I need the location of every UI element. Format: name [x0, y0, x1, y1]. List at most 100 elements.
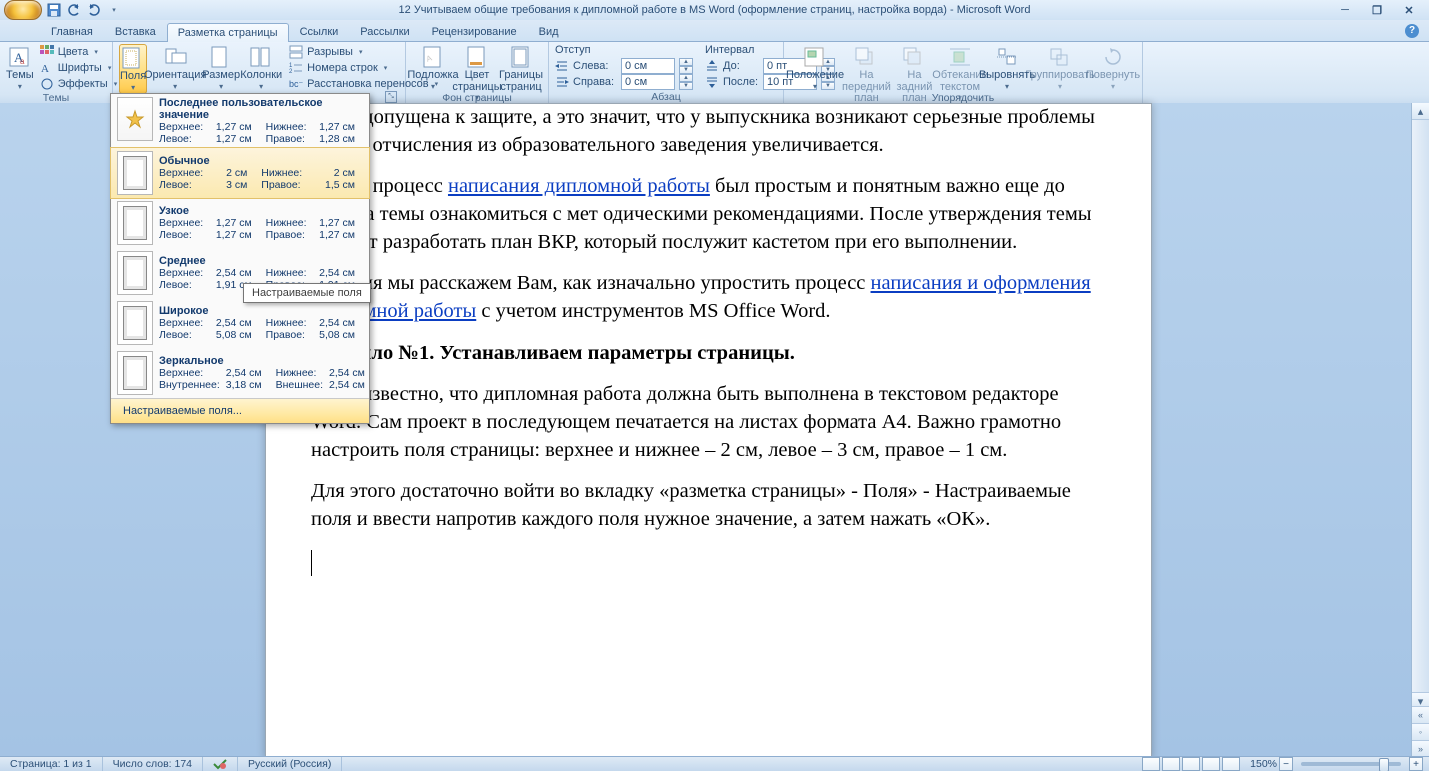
undo-icon[interactable] — [66, 2, 82, 18]
qat-more-icon[interactable]: ▾ — [106, 2, 122, 18]
view-full-screen-icon[interactable] — [1162, 757, 1180, 771]
rotate-icon — [1101, 46, 1125, 68]
columns-icon — [249, 46, 273, 68]
help-icon[interactable]: ? — [1405, 24, 1419, 38]
doc-paragraph: Сегодня мы расскажем Вам, как изначально… — [311, 270, 1106, 325]
margins-option[interactable]: ЗеркальноеВерхнее:2,54 смНижнее:2,54 смВ… — [111, 348, 369, 398]
send-back-button[interactable]: На задний план▾ — [893, 44, 936, 92]
page-color-icon — [465, 46, 489, 68]
indent-right-input[interactable]: 0 см — [621, 74, 675, 90]
margins-option[interactable]: ШирокоеВерхнее:2,54 смНижнее:2,54 смЛево… — [111, 298, 369, 348]
doc-paragraph: Чтобы процесс написания дипломной работы… — [311, 173, 1106, 256]
minimize-button[interactable]: ─ — [1337, 4, 1353, 17]
custom-margins-button[interactable]: Настраиваемые поля... — [111, 398, 369, 423]
tab-references[interactable]: Ссылки — [289, 22, 350, 41]
svg-text:bc⁻: bc⁻ — [289, 79, 303, 89]
tab-view[interactable]: Вид — [528, 22, 570, 41]
proofing-icon — [213, 758, 227, 770]
margins-option[interactable]: ОбычноеВерхнее:2 смНижнее:2 смЛевое:3 см… — [110, 147, 370, 199]
group-page-background: AПодложка▾ Цвет страницы▾ Границы страни… — [406, 42, 549, 104]
group-arrange: Положение▾ На передний план▾ На задний п… — [784, 42, 1143, 104]
close-button[interactable]: ✕ — [1401, 4, 1417, 17]
statusbar: Страница: 1 из 1 Число слов: 174 Русский… — [0, 756, 1429, 771]
themes-button[interactable]: Aa Темы▾ — [6, 44, 34, 92]
save-icon[interactable] — [46, 2, 62, 18]
browse-object-icon[interactable]: ◦ — [1412, 723, 1429, 740]
margins-option-title: Широкое — [159, 305, 363, 317]
theme-colors-button[interactable]: Цвета▾ — [36, 44, 122, 59]
view-draft-icon[interactable] — [1222, 757, 1240, 771]
align-icon — [995, 46, 1019, 68]
view-print-layout-icon[interactable] — [1142, 757, 1160, 771]
page-margins-icon — [117, 351, 153, 395]
maximize-button[interactable]: ❐ — [1369, 4, 1385, 17]
margins-button[interactable]: Поля▾ — [119, 44, 147, 94]
margins-dropdown: Последнее пользовательское значениеВерхн… — [110, 93, 370, 424]
star-icon — [117, 97, 153, 141]
view-web-layout-icon[interactable] — [1182, 757, 1200, 771]
page-setup-launcher[interactable]: ⤡ — [385, 91, 397, 103]
indent-right-row: Справа: 0 см ▲▼ — [555, 74, 693, 89]
prev-page-icon[interactable]: « — [1412, 706, 1429, 723]
rotate-button[interactable]: Повернуть▾ — [1090, 44, 1136, 92]
next-page-icon[interactable]: » — [1412, 740, 1429, 757]
group-themes: Aa Темы▾ Цвета▾ AШрифты▾ Эффекты▾ Темы — [0, 42, 113, 104]
page-borders-icon — [509, 46, 533, 68]
margins-option[interactable]: УзкоеВерхнее:1,27 смНижнее:1,27 смЛевое:… — [111, 198, 369, 248]
tab-insert[interactable]: Вставка — [104, 22, 167, 41]
indent-right-icon — [555, 75, 569, 89]
align-button[interactable]: Выровнять▾ — [984, 44, 1030, 92]
indent-left-input[interactable]: 0 см — [621, 58, 675, 74]
office-button[interactable] — [4, 0, 42, 20]
tab-home[interactable]: Главная — [40, 22, 104, 41]
hyphenation-icon: bc⁻ — [289, 77, 303, 91]
scroll-up-icon[interactable]: ▴ — [1412, 103, 1429, 120]
indent-left-spinner[interactable]: ▲▼ — [679, 58, 693, 74]
indent-right-spinner[interactable]: ▲▼ — [679, 74, 693, 90]
size-button[interactable]: Размер▾ — [203, 44, 239, 92]
doc-paragraph: Для этого достаточно войти во вкладку «р… — [311, 478, 1106, 533]
bring-front-icon — [854, 46, 878, 68]
orientation-button[interactable]: Ориентация▾ — [149, 44, 201, 92]
orientation-icon — [163, 46, 187, 68]
colors-icon — [40, 45, 54, 59]
document-page[interactable]: будет допущена к защите, а это значит, ч… — [265, 103, 1152, 759]
zoom-in-button[interactable]: + — [1409, 757, 1423, 771]
tab-mailings[interactable]: Рассылки — [349, 22, 420, 41]
margins-option[interactable]: Последнее пользовательское значениеВерхн… — [111, 94, 369, 148]
size-icon — [209, 46, 233, 68]
theme-fonts-button[interactable]: AШрифты▾ — [36, 60, 122, 75]
fonts-icon: A — [40, 61, 54, 75]
theme-effects-button[interactable]: Эффекты▾ — [36, 76, 122, 91]
zoom-out-button[interactable]: − — [1279, 757, 1293, 771]
quick-access-toolbar: ▾ — [0, 0, 122, 20]
indent-left-icon — [555, 59, 569, 73]
columns-button[interactable]: Колонки▾ — [241, 44, 281, 92]
group-button[interactable]: Группировать▾ — [1032, 44, 1088, 92]
watermark-button[interactable]: AПодложка▾ — [412, 44, 454, 92]
status-language[interactable]: Русский (Россия) — [238, 757, 342, 771]
page-margins-icon — [117, 251, 153, 295]
position-button[interactable]: Положение▾ — [790, 44, 840, 92]
margins-option-title: Узкое — [159, 205, 363, 217]
margins-option-title: Зеркальное — [159, 355, 373, 367]
tab-review[interactable]: Рецензирование — [421, 22, 528, 41]
page-margins-icon — [117, 301, 153, 345]
doc-link[interactable]: написания дипломной работы — [448, 175, 710, 197]
tab-page-layout[interactable]: Разметка страницы — [167, 23, 289, 42]
status-words[interactable]: Число слов: 174 — [103, 757, 203, 771]
status-proofing[interactable] — [203, 757, 238, 771]
titlebar: ▾ 12 Учитываем общие требования к диплом… — [0, 0, 1429, 20]
view-outline-icon[interactable] — [1202, 757, 1220, 771]
svg-text:a: a — [20, 57, 25, 66]
vertical-scrollbar[interactable]: ▴ ▾ « ◦ » — [1411, 103, 1429, 757]
zoom-level[interactable]: 150% — [1250, 758, 1277, 770]
zoom-slider[interactable] — [1301, 762, 1401, 766]
page-color-button[interactable]: Цвет страницы▾ — [456, 44, 498, 92]
bring-front-button[interactable]: На передний план▾ — [842, 44, 891, 92]
status-page[interactable]: Страница: 1 из 1 — [0, 757, 103, 771]
line-numbers-icon: 12 — [289, 61, 303, 75]
text-wrap-button[interactable]: Обтекание текстом▾ — [938, 44, 982, 92]
page-borders-button[interactable]: Границы страниц — [500, 44, 542, 92]
redo-icon[interactable] — [86, 2, 102, 18]
